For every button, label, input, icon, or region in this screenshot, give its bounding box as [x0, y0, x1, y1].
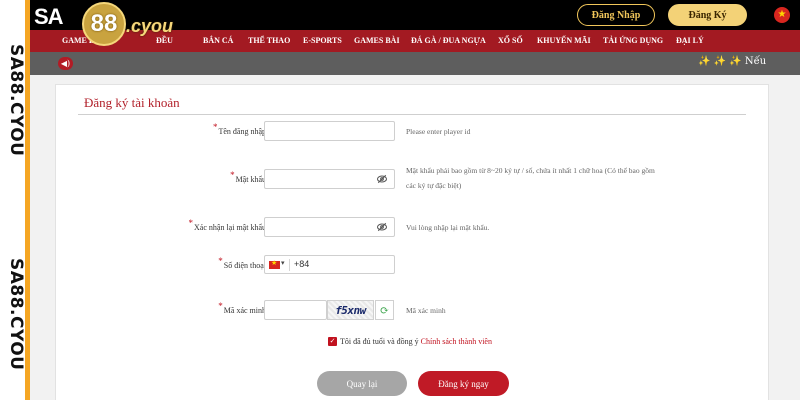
divider — [289, 259, 290, 271]
logo-sa-text: SA — [34, 4, 64, 29]
vietnam-flag-icon[interactable]: ★ — [774, 7, 790, 23]
confirm-password-label: *Xác nhận lại mật khẩu — [188, 218, 266, 232]
registration-card: Đăng ký tài khoản *Tên đăng nhập Please … — [55, 84, 769, 400]
nav-item-ban-ca[interactable]: BẮN CÁ — [203, 30, 233, 52]
back-button[interactable]: Quay lại — [317, 371, 407, 396]
logo-cyou-text: .cyou — [126, 16, 174, 36]
login-button[interactable]: Đăng Nhập — [577, 4, 655, 26]
eye-slash-icon[interactable] — [376, 173, 388, 185]
agree-text: Tôi đã đủ tuổi và đồng ý Chính sách thàn… — [340, 337, 492, 346]
phone-field[interactable]: ▾ +84 — [264, 255, 395, 274]
sparkle-icon: ✨ ✨ ✨ — [698, 56, 742, 67]
announcement-text: ✨ ✨ ✨ Nếu — [698, 56, 766, 67]
confirm-password-hint: Vui lòng nhập lại mật khẩu. — [406, 223, 490, 232]
nav-item-esports[interactable]: E-SPORTS — [303, 30, 342, 52]
announcement-bar: ◀) ✨ ✨ ✨ Nếu — [30, 52, 800, 75]
speaker-icon[interactable]: ◀) — [58, 57, 73, 70]
nav-item-the-thao[interactable]: THỂ THAO — [248, 30, 290, 52]
eye-slash-icon[interactable] — [376, 221, 388, 233]
phone-label: *Số điện thoại — [218, 256, 266, 270]
nav-item-xo-so[interactable]: XỔ SỐ — [498, 30, 523, 52]
password-hint: Mật khẩu phải bao gồm từ 8~20 ký tự / số… — [406, 166, 655, 190]
username-input[interactable] — [264, 121, 395, 141]
watermark-text: SA88.CYOU — [6, 258, 26, 371]
chevron-down-icon[interactable]: ▾ — [281, 259, 285, 267]
nav-item-da-ga[interactable]: ĐÁ GÀ / ĐUA NGỰA — [411, 30, 486, 52]
announcement-content: Nếu — [744, 56, 767, 67]
agree-checkbox[interactable]: ✓ — [328, 337, 337, 346]
nav-item-dai-ly[interactable]: ĐẠI LÝ — [676, 30, 704, 52]
nav-item-tai-ung-dung[interactable]: TẢI ỨNG DỤNG — [603, 30, 663, 52]
watermark-text: SA88.CYOU — [6, 44, 26, 157]
watermark-strip: SA88.CYOU SA88.CYOU — [0, 0, 30, 400]
title-divider — [78, 114, 746, 115]
refresh-icon[interactable]: ⟳ — [375, 300, 394, 320]
password-label: *Mật khẩu — [230, 170, 266, 184]
captcha-image: f5xnw — [327, 300, 374, 320]
nav-item-khuyen-mai[interactable]: KHUYẾN MÃI — [537, 30, 591, 52]
country-code: +84 — [294, 259, 310, 269]
submit-register-button[interactable]: Đăng ký ngay — [418, 371, 509, 396]
site-logo[interactable]: SA 88 .cyou — [34, 2, 184, 46]
vietnam-flag-icon[interactable] — [269, 259, 280, 269]
captcha-input[interactable] — [264, 300, 327, 320]
captcha-hint: Mã xác minh — [406, 306, 446, 315]
logo-88-badge: 88 — [82, 2, 126, 46]
username-hint: Please enter player id — [406, 127, 471, 136]
captcha-label: *Mã xác minh — [218, 301, 266, 315]
policy-link[interactable]: Chính sách thành viên — [421, 337, 492, 346]
nav-item-games-bai[interactable]: GAMES BÀI — [354, 30, 400, 52]
register-button[interactable]: Đăng Ký — [668, 4, 747, 26]
page-title: Đăng ký tài khoản — [84, 95, 180, 110]
phone-input[interactable] — [315, 257, 391, 272]
username-label: *Tên đăng nhập — [212, 122, 266, 136]
